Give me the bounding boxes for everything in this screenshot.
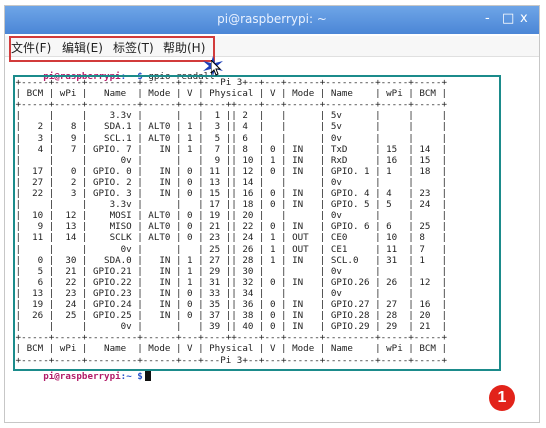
table-line: | 9 | 13 | MISO | ALT0 | 0 | 21 || 22 | … (10, 221, 447, 233)
mouse-pointer-icon (211, 60, 222, 76)
table-line: | 13 | 23 | GPIO.23 | IN | 0 | 33 || 34 … (10, 287, 447, 299)
table-line: | 11 | 14 | SCLK | ALT0 | 0 | 23 || 24 |… (10, 232, 447, 244)
table-line: | 27 | 2 | GPIO. 2 | IN | 0 | 13 || 14 |… (10, 176, 447, 188)
table-line: | 10 | 12 | MOSI | ALT0 | 0 | 19 || 20 |… (10, 210, 447, 222)
text-cursor (144, 371, 151, 381)
table-line: +-----+-----+---------+------+---+----++… (10, 99, 447, 111)
maximize-icon[interactable]: □ (502, 11, 514, 26)
table-line: | 2 | 8 | SDA.1 | ALT0 | 1 | 3 || 4 | | … (10, 121, 447, 133)
table-line: | 26 | 25 | GPIO.25 | IN | 0 | 37 || 38 … (10, 310, 447, 322)
table-line: | 19 | 24 | GPIO.24 | IN | 0 | 35 || 36 … (10, 299, 447, 310)
table-line: | 4 | 7 | GPIO. 7 | IN | 1 | 7 || 8 | 0 … (10, 143, 447, 155)
table-line: | 5 | 21 | GPIO.21 | IN | 1 | 29 || 30 |… (10, 265, 447, 277)
table-line: | | | 3.3v | | | 17 || 18 | 0 | IN | GPI… (10, 199, 447, 211)
table-line: | 6 | 22 | GPIO.22 | IN | 1 | 31 || 32 |… (10, 276, 447, 288)
table-line: | 0 | 30 | SDA.0 | IN | 1 | 27 || 28 | 1… (10, 254, 447, 266)
table-line: | | | 0v | | | 25 || 26 | 1 | OUT | CE1 … (10, 243, 447, 255)
final-prompt-line: pi@raspberrypi:~ $ (10, 360, 151, 393)
window-title: pi@raspberrypi: ~ (217, 12, 327, 26)
close-icon[interactable]: x (520, 11, 528, 26)
menu-help[interactable]: 帮助(H) (163, 39, 205, 56)
terminal-window: pi@raspberrypi: ~ - □ x 文件(F) 编辑(E) 标签(T… (4, 5, 540, 423)
table-line: | BCM | wPi | Name | Mode | V | Physical… (10, 88, 447, 100)
table-line: | | | 0v | | | 9 || 10 | 1 | IN | RxD | … (10, 154, 447, 166)
table-line: +-----+-----+---------+------+---+---Pi … (10, 77, 447, 88)
table-line: | 22 | 3 | GPIO. 3 | IN | 0 | 15 || 16 |… (10, 188, 447, 199)
prompt-path-2: :~ $ (120, 371, 143, 382)
table-line: +-----+-----+---------+------+---+----++… (10, 332, 447, 344)
menu-file[interactable]: 文件(F) (11, 39, 51, 56)
annotation-badge: 1 (489, 385, 515, 411)
table-line: | BCM | wPi | Name | Mode | V | Physical… (10, 343, 447, 355)
menu-edit[interactable]: 编辑(E) (62, 39, 103, 56)
menu-tabs[interactable]: 标签(T) (113, 39, 154, 56)
menu-bar: 文件(F) 编辑(E) 标签(T) 帮助(H) (5, 36, 539, 57)
title-bar[interactable]: pi@raspberrypi: ~ - □ x (5, 6, 539, 34)
table-line: | | | 3.3v | | | 1 || 2 | | | 5v | | | (10, 110, 447, 122)
prompt-user-2: pi@raspberrypi (43, 371, 121, 382)
minimize-icon[interactable]: - (485, 11, 490, 26)
table-line: | | | 0v | | | 39 || 40 | 0 | IN | GPIO.… (10, 321, 447, 333)
terminal-area[interactable]: pi@raspberrypi:~ $ gpio readall +-----+-… (8, 58, 536, 420)
table-line: | 17 | 0 | GPIO. 0 | IN | 0 | 11 || 12 |… (10, 165, 447, 177)
table-line: | 3 | 9 | SCL.1 | ALT0 | 1 | 5 || 6 | | … (10, 132, 447, 144)
